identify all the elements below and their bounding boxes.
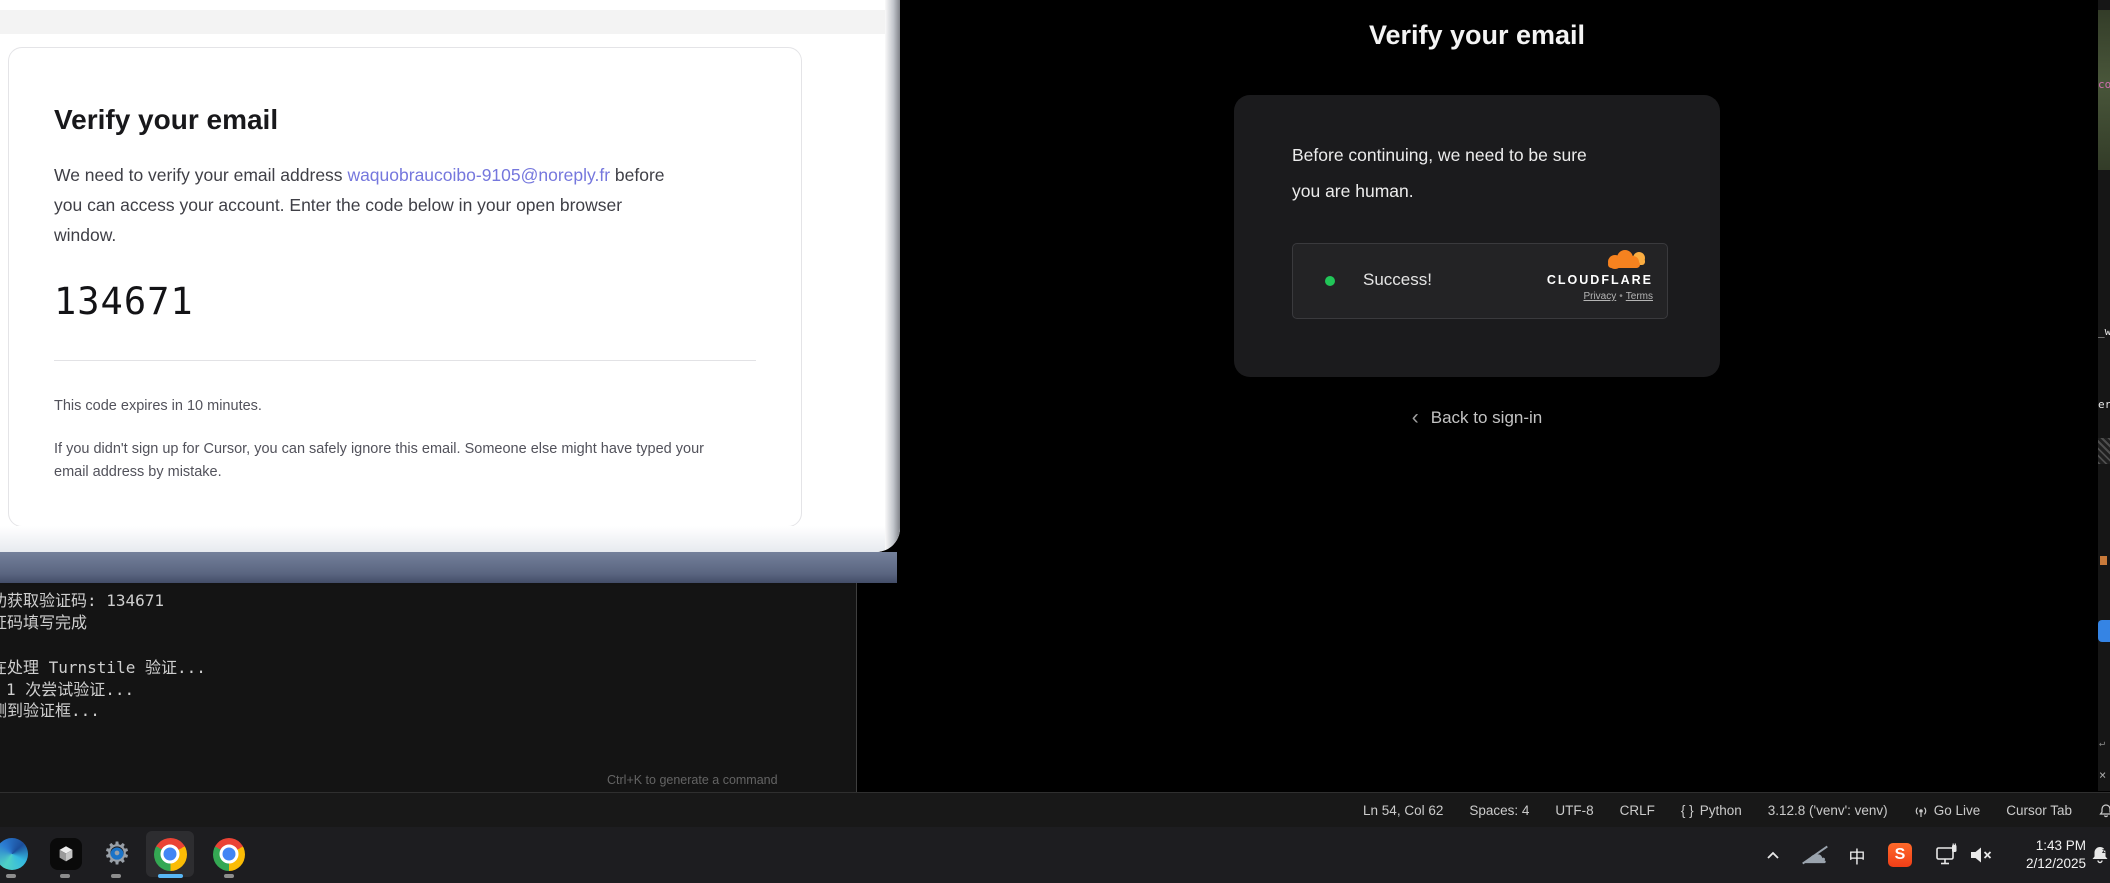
cube-app-taskbar-icon[interactable] [50, 838, 82, 870]
chrome-icon [154, 838, 187, 871]
email-body-line2: you can access your account. Enter the c… [54, 190, 665, 220]
network-monitor-icon[interactable] [1934, 841, 1960, 869]
running-indicator [224, 874, 234, 878]
statusbar-cursor-tab[interactable]: Cursor Tab [2006, 803, 2072, 818]
disclaimer-line1: If you didn't sign up for Cursor, you ca… [54, 438, 704, 461]
edge-taskbar-icon[interactable] [0, 838, 28, 870]
tray-chevron-up-icon[interactable] [1764, 841, 1782, 869]
statusbar-language[interactable]: { } Python [1681, 803, 1742, 818]
broadcast-icon [1914, 804, 1928, 818]
email-body-line3: window. [54, 220, 665, 250]
email-window-scrollbar[interactable] [885, 0, 900, 552]
statusbar-language-label: Python [1700, 803, 1742, 818]
chrome-icon [213, 838, 245, 871]
go-live-label: Go Live [1934, 803, 1981, 818]
notification-bell-icon[interactable]: z [2088, 841, 2110, 869]
window-edge-band [0, 552, 897, 583]
expiry-note: This code expires in 10 minutes. [54, 398, 262, 414]
human-check-text: Before continuing, we need to be sure yo… [1292, 137, 1587, 209]
terminal-line: 测到验证框... [0, 697, 100, 721]
verification-code: 134671 [54, 280, 194, 323]
minimap-hatch [2098, 438, 2110, 464]
braces-icon: { } [1681, 803, 1694, 818]
terms-link[interactable]: Terms [1626, 291, 1653, 302]
active-running-indicator [158, 874, 183, 878]
settings-taskbar-icon[interactable]: ⚙ [101, 838, 133, 870]
chevron-left-icon: ‹ [1412, 406, 1419, 429]
email-body-text: We need to verify your email address [54, 165, 347, 185]
human-check-text-line1: Before continuing, we need to be sure [1292, 137, 1587, 173]
desktop-screen: Verify your email Before continuing, we … [0, 0, 2110, 883]
terminal-line: 证码填写完成 [0, 609, 87, 633]
code-fragment: er [2098, 398, 2110, 411]
email-body: We need to verify your email address waq… [54, 160, 665, 250]
email-body-line1: We need to verify your email address waq… [54, 160, 665, 190]
cloudflare-wordmark: CLOUDFLARE [1547, 273, 1653, 287]
human-check-text-line2: you are human. [1292, 173, 1587, 209]
terminal-line: 功获取验证码: 134671 [0, 587, 164, 611]
back-to-signin-label: Back to sign-in [1431, 408, 1543, 427]
ctrl-k-hint: Ctrl+K to generate a command [607, 773, 778, 787]
email-window-top-strip [0, 10, 900, 34]
back-to-signin-link[interactable]: ‹ Back to sign-in [856, 406, 2098, 430]
running-indicator [111, 874, 121, 878]
privacy-link[interactable]: Privacy [1583, 291, 1616, 302]
clock-date: 2/12/2025 [2008, 855, 2086, 873]
clock-time: 1:43 PM [2008, 837, 2086, 855]
statusbar-go-live[interactable]: Go Live [1914, 803, 1981, 818]
volume-muted-icon[interactable] [1968, 841, 1994, 869]
taskbar-clock[interactable]: 1:43 PM 2/12/2025 [2008, 837, 2086, 873]
disclaimer-line2: email address by mistake. [54, 461, 704, 484]
button-sliver [2098, 620, 2110, 642]
link-separator: • [1619, 291, 1623, 302]
email-body-text: before [610, 165, 664, 185]
code-fragment: co [2098, 78, 2110, 91]
chrome-taskbar-icon[interactable] [213, 838, 245, 870]
email-title: Verify your email [54, 104, 278, 136]
terminal-panel[interactable]: 功获取验证码: 134671 证码填写完成 在处理 Turnstile 验证..… [0, 583, 857, 793]
ime-indicator[interactable]: 中 [1846, 841, 1868, 869]
statusbar-interpreter[interactable]: 3.12.8 ('venv': venv) [1768, 803, 1888, 818]
statusbar-eol[interactable]: CRLF [1620, 803, 1655, 818]
email-window: Verify your email We need to verify your… [0, 0, 900, 552]
return-icon: ↵ [2099, 738, 2105, 749]
editor-edge-sliver: co _w er ↵ × [2098, 0, 2110, 791]
success-dot-icon [1325, 276, 1335, 286]
sogou-input-icon[interactable]: S [1888, 843, 1912, 867]
statusbar: Ln 54, Col 62 Spaces: 4 UTF-8 CRLF { } P… [0, 792, 2110, 828]
divider [54, 360, 756, 361]
email-address-link[interactable]: waquobraucoibo-9105@noreply.fr [347, 165, 610, 185]
terminal-line: 在处理 Turnstile 验证... [0, 654, 206, 678]
running-indicator [60, 874, 70, 878]
turnstile-links: Privacy•Terms [1583, 291, 1653, 302]
turnstile-status: Success! [1363, 270, 1432, 290]
gear-icon: ⚙ [103, 838, 131, 870]
close-icon: × [2099, 768, 2106, 782]
code-fragment: _w [2098, 325, 2110, 338]
minimap-mark [2100, 556, 2107, 565]
disclaimer: If you didn't sign up for Cursor, you ca… [54, 438, 704, 484]
email-window-bottom-edge [0, 526, 900, 552]
statusbar-encoding[interactable]: UTF-8 [1555, 803, 1593, 818]
cube-icon [55, 843, 77, 865]
statusbar-indentation[interactable]: Spaces: 4 [1469, 803, 1529, 818]
turnstile-widget: Success! CLOUDFLARE Privacy•Terms [1292, 243, 1668, 319]
svg-text:z: z [2102, 848, 2106, 855]
human-check-card: Before continuing, we need to be sure yo… [1234, 95, 1720, 377]
statusbar-notifications[interactable] [2098, 803, 2110, 819]
page-title: Verify your email [856, 20, 2098, 51]
browser-verify-page: Verify your email Before continuing, we … [856, 0, 2098, 791]
bell-icon [2098, 803, 2110, 819]
statusbar-cursor-position[interactable]: Ln 54, Col 62 [1363, 803, 1443, 818]
onedrive-offline-icon[interactable]: ☁ [1800, 841, 1830, 869]
taskbar: ⚙ ☁ 中 S [0, 827, 2110, 883]
chrome-active-taskbar-icon[interactable] [146, 831, 194, 877]
running-indicator [6, 874, 16, 878]
email-card: Verify your email We need to verify your… [8, 47, 802, 527]
